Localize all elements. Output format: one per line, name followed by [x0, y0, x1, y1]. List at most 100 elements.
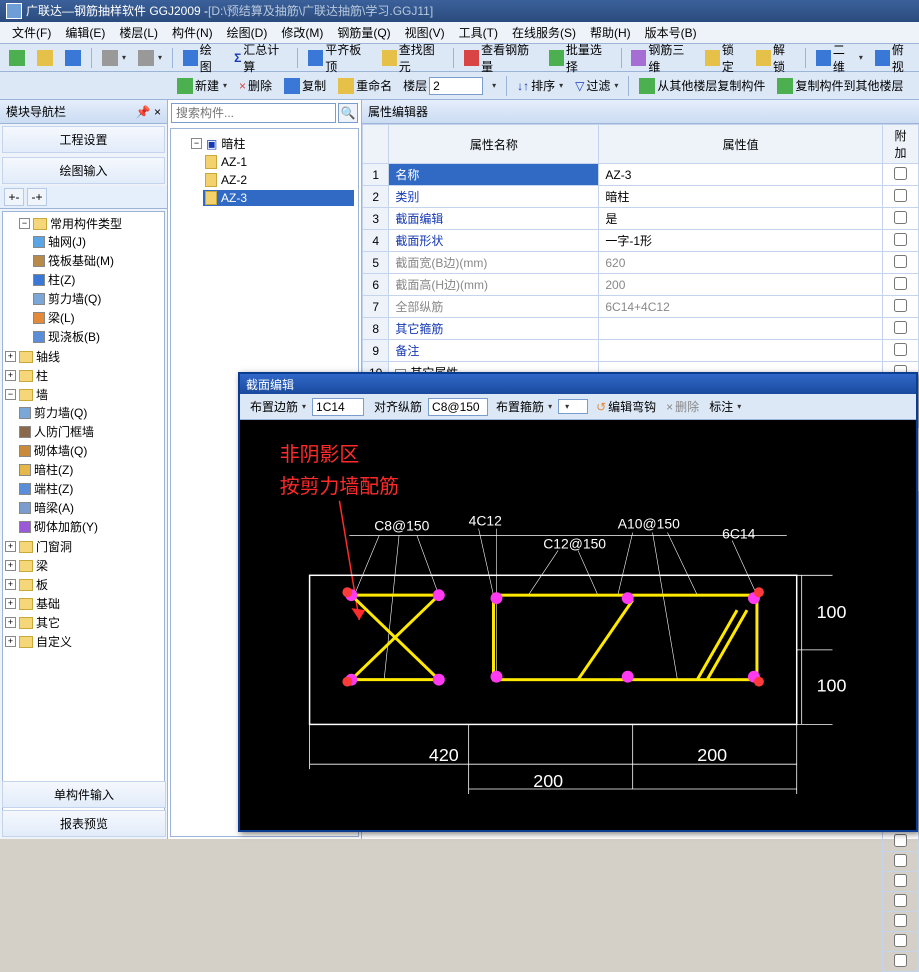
prop-check[interactable] — [883, 186, 919, 208]
prop-name[interactable]: 类别 — [389, 186, 599, 208]
prop-name[interactable]: 备注 — [389, 340, 599, 362]
expand-icon[interactable]: − — [19, 218, 30, 229]
tree-item[interactable]: 筏板基础(M) — [33, 252, 162, 269]
se-stirrup-drop[interactable]: ▾ — [558, 399, 588, 414]
tb-copy-from[interactable]: 从其他楼层复制构件 — [634, 74, 770, 97]
tree-item[interactable]: 暗柱(Z) — [19, 461, 162, 478]
tree-group[interactable]: +其它 — [5, 614, 162, 631]
prop-check[interactable] — [883, 296, 919, 318]
prop-value[interactable]: 6C14+4C12 — [599, 296, 883, 318]
se-refresh-icon[interactable] — [904, 405, 912, 409]
tb-2d-button[interactable]: 二维▾ — [811, 38, 868, 78]
prop-name[interactable]: 截面形状 — [389, 230, 599, 252]
tb-find-button[interactable]: 查找图元 — [377, 38, 449, 78]
prop-check[interactable] — [883, 318, 919, 340]
tree-item[interactable]: 砌体墙(Q) — [19, 442, 162, 459]
se-edge-button[interactable]: 布置边筋▾ — [244, 396, 310, 417]
pin-icon[interactable]: 📌 × — [136, 105, 161, 119]
menu-floor[interactable]: 楼层(L) — [113, 22, 164, 43]
floor-input[interactable] — [429, 77, 483, 95]
tb-unlock-button[interactable]: 解锁 — [751, 38, 800, 78]
tb-filter[interactable]: ▽过滤▾ — [570, 74, 623, 97]
tb-comp-rename[interactable]: 重命名 — [333, 74, 397, 97]
tree-group[interactable]: +轴线 — [5, 348, 162, 365]
component-item[interactable]: AZ-1 — [203, 154, 354, 170]
prop-check[interactable] — [883, 872, 919, 892]
tb-draw-button[interactable]: 绘图 — [178, 38, 227, 78]
se-stirrup-button[interactable]: 布置箍筋▾ — [492, 396, 556, 417]
prop-value[interactable]: 暗柱 — [599, 186, 883, 208]
prop-check[interactable] — [883, 952, 919, 972]
tree-item[interactable]: 现浇板(B) — [33, 328, 162, 345]
se-edge-input[interactable] — [312, 398, 364, 416]
prop-check[interactable] — [883, 892, 919, 912]
tree-group[interactable]: +梁 — [5, 557, 162, 574]
tb-bird-button[interactable]: 俯视 — [870, 38, 919, 78]
prop-name[interactable]: 全部纵筋 — [389, 296, 599, 318]
expand-icon[interactable]: − — [191, 138, 202, 149]
prop-check[interactable] — [883, 912, 919, 932]
prop-check[interactable] — [883, 340, 919, 362]
se-align-input[interactable] — [428, 398, 488, 416]
tb-rebar3d-button[interactable]: 钢筋三维 — [626, 38, 698, 78]
tree-item[interactable]: 人防门框墙 — [19, 423, 162, 440]
tree-item[interactable]: 梁(L) — [33, 309, 162, 326]
prop-value[interactable]: 620 — [599, 252, 883, 274]
prop-name[interactable]: 截面编辑 — [389, 208, 599, 230]
floor-dropdown[interactable]: ▾ — [485, 78, 501, 93]
tb-flat-button[interactable]: 平齐板顶 — [303, 38, 375, 78]
se-delete-button[interactable]: ×删除 — [662, 396, 703, 417]
tree-expand-icon[interactable]: +- — [4, 188, 24, 206]
prop-value[interactable] — [599, 340, 883, 362]
section-report[interactable]: 报表预览 — [2, 810, 166, 837]
prop-check[interactable] — [883, 852, 919, 872]
tb-viewrebar-button[interactable]: 查看钢筋量 — [459, 38, 542, 78]
tree-group[interactable]: −墙 — [5, 386, 162, 403]
section-canvas[interactable]: 非阴影区 按剪力墙配筋 C8@150 4C12 C12@150 A10@150 … — [240, 420, 916, 830]
tb-save-icon[interactable] — [60, 47, 86, 69]
prop-check[interactable] — [883, 208, 919, 230]
tree-group[interactable]: +柱 — [5, 367, 162, 384]
tree-group[interactable]: +板 — [5, 576, 162, 593]
tree-item[interactable]: 砌体加筋(Y) — [19, 518, 162, 535]
section-engineering[interactable]: 工程设置 — [2, 126, 165, 153]
tree-item[interactable]: 端柱(Z) — [19, 480, 162, 497]
tree-group[interactable]: +自定义 — [5, 633, 162, 650]
tb-sort[interactable]: ↓↑排序▾ — [512, 74, 568, 97]
tb-copy-to[interactable]: 复制构件到其他楼层 — [772, 74, 908, 97]
prop-check[interactable] — [883, 832, 919, 852]
tb-comp-new[interactable]: 新建▾ — [172, 74, 232, 97]
tree-group[interactable]: +基础 — [5, 595, 162, 612]
prop-name[interactable]: 截面高(H边)(mm) — [389, 274, 599, 296]
section-editor-window[interactable]: 截面编辑 布置边筋▾ 对齐纵筋 布置箍筋▾ ▾ ↺编辑弯钩 ×删除 标注▾ 非阴… — [238, 372, 918, 832]
se-annotate-button[interactable]: 标注▾ — [705, 396, 745, 417]
tb-new-icon[interactable] — [4, 47, 30, 69]
tree-item[interactable]: 剪力墙(Q) — [33, 290, 162, 307]
prop-check[interactable] — [883, 252, 919, 274]
tree-collapse-icon[interactable]: -+ — [27, 188, 47, 206]
section-editor-title[interactable]: 截面编辑 — [240, 374, 916, 394]
prop-value[interactable]: 一字-1形 — [599, 230, 883, 252]
menu-file[interactable]: 文件(F) — [6, 22, 57, 43]
component-item[interactable]: AZ-2 — [203, 172, 354, 188]
menu-edit[interactable]: 编辑(E) — [59, 22, 111, 43]
prop-value[interactable]: AZ-3 — [599, 164, 883, 186]
search-input[interactable] — [171, 103, 336, 123]
prop-value[interactable] — [599, 318, 883, 340]
tree-item[interactable]: 暗梁(A) — [19, 499, 162, 516]
prop-check[interactable] — [883, 230, 919, 252]
tb-comp-copy[interactable]: 复制 — [279, 74, 331, 97]
tb-redo-icon[interactable]: ▾ — [133, 47, 167, 69]
section-single[interactable]: 单构件输入 — [2, 781, 166, 808]
tree-item[interactable]: 柱(Z) — [33, 271, 162, 288]
prop-name[interactable]: 其它箍筋 — [389, 318, 599, 340]
tb-sum-button[interactable]: Σ汇总计算 — [229, 38, 292, 78]
tb-lock-button[interactable]: 锁定 — [700, 38, 749, 78]
prop-value[interactable]: 是 — [599, 208, 883, 230]
prop-name[interactable]: 截面宽(B边)(mm) — [389, 252, 599, 274]
tb-batch-button[interactable]: 批量选择 — [544, 38, 616, 78]
tb-undo-icon[interactable]: ▾ — [97, 47, 131, 69]
tb-open-icon[interactable] — [32, 47, 58, 69]
tree-item[interactable]: 轴网(J) — [33, 233, 162, 250]
section-drawing[interactable]: 绘图输入 — [2, 157, 165, 184]
